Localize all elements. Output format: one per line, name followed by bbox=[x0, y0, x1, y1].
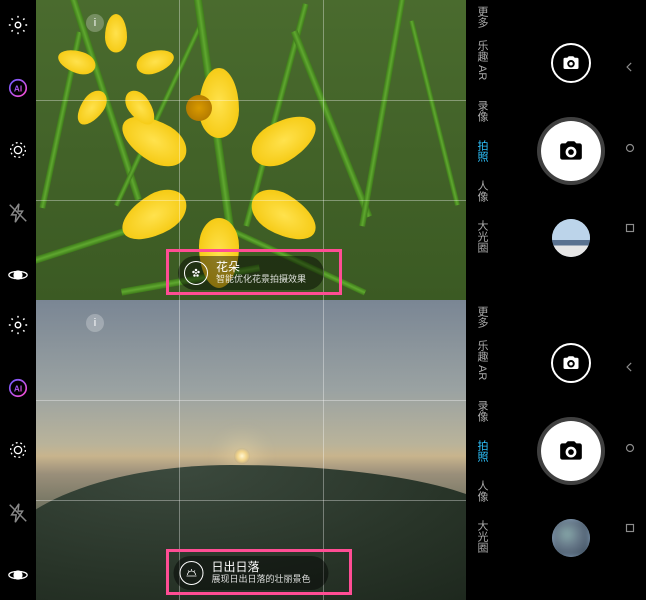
scene-badge[interactable]: 花朵 智能优化花景拍摄效果 bbox=[178, 256, 324, 290]
switch-camera-button[interactable] bbox=[551, 343, 591, 383]
mode-portrait[interactable]: 人像 bbox=[474, 480, 490, 502]
info-char: i bbox=[94, 17, 96, 29]
nav-back-icon[interactable] bbox=[623, 60, 637, 79]
shutter-button[interactable] bbox=[537, 117, 605, 185]
shutter-button[interactable] bbox=[537, 417, 605, 485]
svg-text:AI: AI bbox=[14, 84, 22, 93]
mode-ar[interactable]: 乐趣 AR bbox=[474, 40, 490, 80]
camera-screen-sunset: AI i 日出日落 展现日出日落的壮丽景色 更多 乐趣 AR 录像 拍照 人像 … bbox=[0, 300, 646, 600]
gallery-thumbnail[interactable] bbox=[552, 219, 590, 257]
live-photo-icon[interactable] bbox=[7, 139, 29, 161]
info-char: i bbox=[94, 317, 96, 329]
mode-photo[interactable]: 拍照 bbox=[474, 440, 490, 462]
mode-strip[interactable]: 更多 乐趣 AR 录像 拍照 人像 大光圈 bbox=[466, 0, 496, 300]
color-mode-icon[interactable] bbox=[7, 564, 29, 586]
badge-text: 花朵 智能优化花景拍摄效果 bbox=[216, 261, 306, 285]
mode-more[interactable]: 更多 bbox=[474, 6, 490, 28]
sun-icon bbox=[179, 561, 203, 585]
svg-text:AI: AI bbox=[14, 384, 22, 393]
flower-icon bbox=[184, 261, 208, 285]
flash-off-icon[interactable] bbox=[7, 202, 29, 224]
ai-icon[interactable]: AI bbox=[7, 77, 29, 99]
preview-image-sunset bbox=[36, 300, 466, 600]
android-nav bbox=[620, 0, 640, 300]
mode-portrait[interactable]: 人像 bbox=[474, 180, 490, 202]
mode-video[interactable]: 录像 bbox=[474, 100, 490, 122]
mode-ar[interactable]: 乐趣 AR bbox=[474, 340, 490, 380]
badge-title: 日出日落 bbox=[211, 561, 310, 574]
ai-icon[interactable]: AI bbox=[7, 377, 29, 399]
nav-back-icon[interactable] bbox=[623, 360, 637, 379]
settings-icon[interactable] bbox=[7, 14, 29, 36]
mode-video[interactable]: 录像 bbox=[474, 400, 490, 422]
badge-title: 花朵 bbox=[216, 261, 306, 274]
switch-camera-button[interactable] bbox=[551, 43, 591, 83]
nav-home-icon[interactable] bbox=[623, 141, 637, 160]
camera-screen-flower: AI bbox=[0, 0, 646, 300]
badge-text: 日出日落 展现日出日落的壮丽景色 bbox=[211, 561, 310, 585]
info-icon[interactable]: i bbox=[86, 314, 104, 332]
color-mode-icon[interactable] bbox=[7, 264, 29, 286]
live-photo-icon[interactable] bbox=[7, 439, 29, 461]
mode-photo[interactable]: 拍照 bbox=[474, 140, 490, 162]
viewfinder[interactable]: i 日出日落 展现日出日落的壮丽景色 bbox=[36, 300, 466, 600]
nav-recent-icon[interactable] bbox=[623, 521, 637, 540]
left-toolbar: AI bbox=[0, 300, 36, 600]
gallery-thumbnail[interactable] bbox=[552, 519, 590, 557]
badge-subtitle: 智能优化花景拍摄效果 bbox=[216, 274, 306, 285]
badge-subtitle: 展现日出日落的壮丽景色 bbox=[211, 574, 310, 585]
scene-badge[interactable]: 日出日落 展现日出日落的壮丽景色 bbox=[173, 556, 328, 590]
flash-off-icon[interactable] bbox=[7, 502, 29, 524]
settings-icon[interactable] bbox=[7, 314, 29, 336]
viewfinder[interactable]: i 花朵 智能优化花景拍摄效果 bbox=[36, 0, 466, 300]
nav-recent-icon[interactable] bbox=[623, 221, 637, 240]
preview-image-flower bbox=[36, 0, 466, 300]
mode-aperture[interactable]: 大光圈 bbox=[474, 220, 490, 253]
info-icon[interactable]: i bbox=[86, 14, 104, 32]
mode-strip[interactable]: 更多 乐趣 AR 录像 拍照 人像 大光圈 bbox=[466, 300, 496, 600]
left-toolbar: AI bbox=[0, 0, 36, 300]
android-nav bbox=[620, 300, 640, 600]
mode-more[interactable]: 更多 bbox=[474, 306, 490, 328]
nav-home-icon[interactable] bbox=[623, 441, 637, 460]
mode-aperture[interactable]: 大光圈 bbox=[474, 520, 490, 553]
